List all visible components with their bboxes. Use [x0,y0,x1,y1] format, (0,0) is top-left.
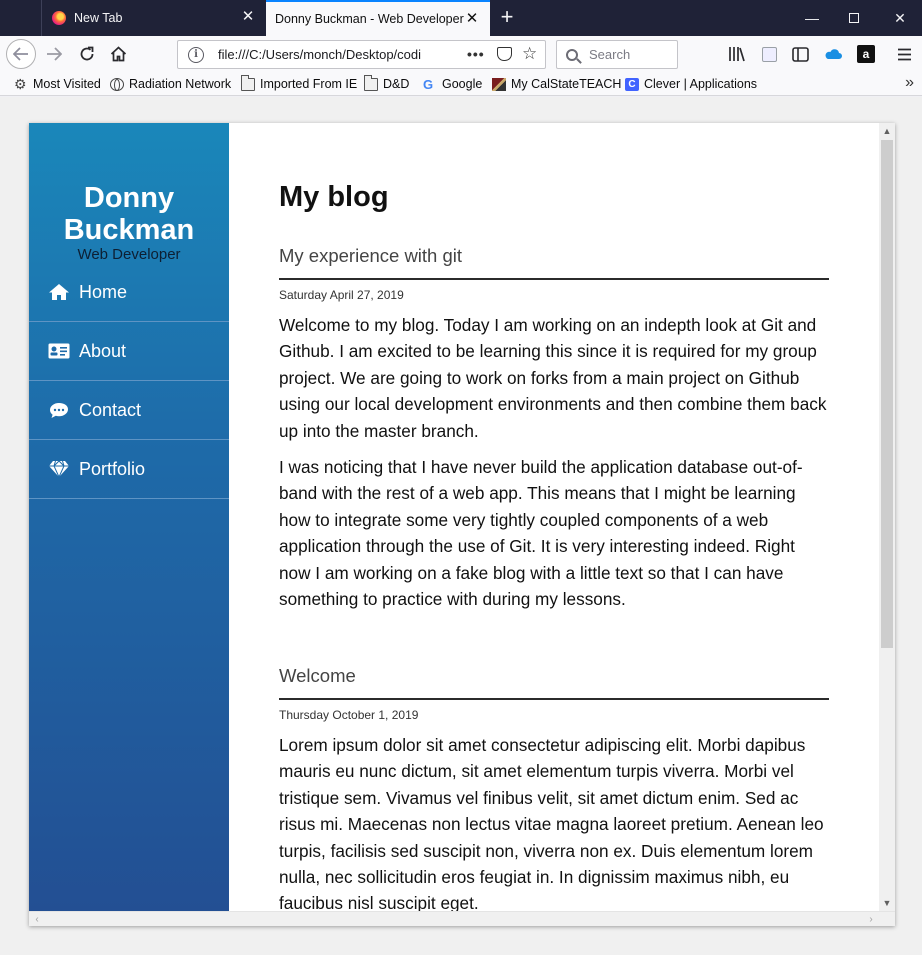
page-actions-icon[interactable]: ••• [467,46,485,62]
site-info-icon[interactable]: i [188,46,204,63]
bookmark-my-calstateteach[interactable]: My CalStateTEACH [492,75,621,93]
minimize-icon[interactable]: — [790,0,834,36]
back-arrow-icon [13,47,28,61]
post-title: My experience with git [279,245,463,266]
horizontal-scrollbar[interactable]: ‹ › [29,911,895,926]
bookmark-label: My CalStateTEACH [511,77,622,91]
window-close-icon[interactable]: ✕ [878,0,922,36]
sidebar-item-label: About [79,340,127,361]
sidebar-item-portfolio[interactable]: Portfolio [29,440,229,499]
navigation-toolbar: i file:///C:/Users/monch/Desktop/codi ••… [0,36,922,89]
bookmark-imported-from-ie[interactable]: Imported From IE [241,74,358,93]
vertical-scrollbar[interactable]: ▲ ▼ [879,123,895,911]
firefox-icon [52,11,66,25]
tab-title: New Tab [74,11,123,25]
clever-icon: C [625,77,639,91]
back-button[interactable] [6,39,36,69]
url-text[interactable]: file:///C:/Users/monch/Desktop/codi [218,47,438,62]
bookmark-label: Most Visited [33,77,101,91]
home-button[interactable] [104,40,132,68]
diamond-icon [48,460,70,478]
home-icon [110,46,126,62]
post-divider [279,698,829,700]
post-date: Saturday April 27, 2019 [279,288,404,302]
page-title: My blog [279,181,389,213]
bookmark-label: Radiation Network [129,77,232,91]
sidebar: Donny Buckman Web Developer Home About C… [29,123,229,911]
search-input[interactable]: Search [556,40,678,69]
bookmarks-overflow-icon[interactable]: » [905,74,914,92]
sidebar-item-label: Home [79,281,128,302]
search-icon [566,48,578,61]
bookmark-radiation-network[interactable]: Radiation Network [110,75,231,93]
post-title: Welcome [279,665,356,686]
bookmark-label: Imported From IE [260,77,358,91]
scroll-down-icon[interactable]: ▼ [879,895,895,911]
google-icon: G [423,76,434,92]
post-paragraph: I was noticing that I have never build t… [279,457,803,610]
amazon-icon[interactable]: a [857,45,875,63]
new-tab-button[interactable]: + [496,6,518,28]
globe-icon [110,77,124,91]
scrollbar-thumb[interactable] [881,140,893,648]
library-icon[interactable] [728,45,746,63]
page-viewport: Donny Buckman Web Developer Home About C… [0,97,922,955]
brand-name: Donny Buckman [63,182,195,246]
sidebar-item-label: Contact [79,399,142,420]
reload-icon [80,46,94,61]
extension-icon[interactable] [760,45,778,63]
forward-button[interactable] [40,40,68,68]
post-date: Thursday October 1, 2019 [279,708,419,722]
bookmark-label: D&D [383,77,410,91]
comment-icon [48,401,70,419]
tab-title: Donny Buckman - Web Developer [275,12,464,26]
bookmark-most-visited[interactable]: ⚙ Most Visited [14,75,101,93]
forward-arrow-icon [47,47,62,61]
post-divider [279,278,829,280]
scroll-right-icon[interactable]: › [863,912,879,926]
bookmark-clever-applications[interactable]: C Clever | Applications [625,75,757,93]
tab-new-tab[interactable]: New Tab ✕ [41,0,266,36]
bookmark-label: Clever | Applications [644,77,758,91]
search-placeholder: Search [589,47,631,62]
sidebar-item-contact[interactable]: Contact [29,381,229,440]
scroll-up-icon[interactable]: ▲ [879,123,895,139]
bookmark-google[interactable]: G Google [423,75,482,93]
post-paragraph: Lorem ipsum dolor sit amet consectetur a… [279,735,824,914]
gear-icon: ⚙ [14,75,27,92]
home-icon [48,283,70,301]
tab-donny-buckman[interactable]: Donny Buckman - Web Developer ✕ [266,0,490,36]
bookmark-star-icon[interactable]: ☆ [522,44,537,64]
maximize-icon[interactable] [832,0,876,36]
reload-button[interactable] [73,40,101,68]
close-tab-icon[interactable]: ✕ [240,9,256,25]
brand-role: Web Developer [77,246,181,263]
tab-strip: New Tab ✕ Donny Buckman - Web Developer … [0,0,922,36]
onedrive-icon[interactable] [824,45,842,63]
sidebar-item-label: Portfolio [79,458,146,479]
sidebar-item-about[interactable]: About [29,322,229,381]
calstate-icon [492,77,506,91]
sidebar-item-home[interactable]: Home [29,263,229,322]
page-card: Donny Buckman Web Developer Home About C… [29,123,895,926]
folder-icon [364,74,378,91]
scroll-left-icon[interactable]: ‹ [29,912,45,926]
pocket-icon[interactable] [497,47,512,61]
folder-icon [241,74,255,91]
address-bar[interactable]: i file:///C:/Users/monch/Desktop/codi ••… [177,40,546,69]
menu-icon[interactable] [895,45,913,63]
bookmark-label: Google [442,77,483,91]
bookmark-dnd[interactable]: D&D [364,74,410,93]
bookmarks-toolbar: ⚙ Most Visited Radiation Network Importe… [0,72,922,96]
id-card-icon [48,342,70,360]
close-tab-icon[interactable]: ✕ [464,11,480,27]
post-paragraph: Welcome to my blog. Today I am working o… [279,315,827,441]
sidebar-toggle-icon[interactable] [791,45,809,63]
